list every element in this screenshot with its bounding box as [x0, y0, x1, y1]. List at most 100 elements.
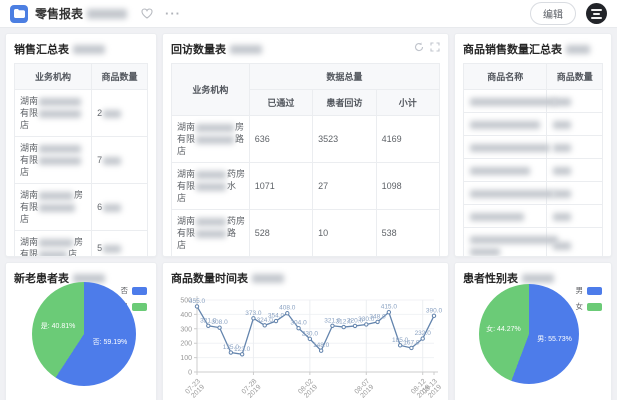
chart-legend: 男女 [576, 285, 603, 312]
cell-text: 湖南 [177, 169, 195, 179]
data-point[interactable] [263, 324, 266, 327]
pie-chart[interactable]: 男: 55.73%女: 44.27% [479, 284, 579, 384]
data-point[interactable] [308, 337, 311, 340]
data-point[interactable] [274, 319, 277, 322]
data-point[interactable] [218, 326, 221, 329]
data-point[interactable] [297, 327, 300, 330]
column-header: 商品名称 [464, 64, 547, 90]
data-point[interactable] [229, 351, 232, 354]
panel-patient-gender: 患者性别表 男女 男: 55.73%女: 44.27% [454, 262, 612, 400]
data-point[interactable] [286, 312, 289, 315]
cell-line: 店 [177, 239, 244, 251]
redacted-text [103, 157, 121, 165]
cell-text: 有限 [20, 202, 38, 212]
redacted-text [196, 218, 226, 226]
sales-summary-table: 业务机构 商品数量 湖南有限店2湖南有限店7湖南房有限店6湖南房有限店5 [14, 63, 148, 257]
cell-text: 湖南 [20, 237, 38, 247]
data-point[interactable] [376, 320, 379, 323]
panel-title-row: 销售汇总表 [14, 41, 148, 57]
more-options-icon[interactable]: ··· [165, 9, 181, 19]
page-title: 零售报表 [35, 5, 83, 22]
table-row [464, 228, 603, 258]
redacted-text [39, 192, 73, 200]
panel-product-quantity-time: 商品数量时间表 010020030040050007-23201907-2820… [162, 262, 449, 400]
report-app-icon [10, 5, 28, 23]
data-point[interactable] [240, 353, 243, 356]
expand-icon[interactable] [430, 42, 440, 52]
data-point-label: 232.0 [415, 330, 432, 337]
redacted-text [73, 274, 105, 283]
cell-line: 店 [20, 213, 86, 225]
value-cell [547, 205, 603, 228]
data-point[interactable] [331, 324, 334, 327]
data-point[interactable] [342, 325, 345, 328]
panel-new-old-patients: 新老患者表 否是 否: 59.19%是: 40.81% [5, 262, 157, 400]
pie-slice-label: 男: 55.73% [537, 334, 572, 344]
data-point[interactable] [353, 324, 356, 327]
redacted-text [73, 45, 105, 54]
data-point-label: 123.0 [234, 346, 251, 353]
x-axis-label: 07-232019 [184, 378, 207, 400]
x-axis-label: 08-072019 [354, 378, 377, 400]
cell-text: 湖南 [177, 216, 195, 226]
table-row: 湖南有限店2 [15, 90, 148, 137]
value-cell [547, 228, 603, 258]
cell-line: 有限店 [20, 248, 86, 257]
product-name-cell [464, 136, 547, 159]
redacted-text [39, 110, 81, 118]
cell-line: 店 [177, 192, 244, 204]
data-point[interactable] [421, 337, 424, 340]
redacted-text [522, 274, 554, 283]
cell-line: 湖南房 [20, 189, 86, 201]
line-chart[interactable]: 010020030040050007-23201907-28201908-022… [171, 290, 442, 400]
table-row [464, 182, 603, 205]
y-axis-label: 400 [180, 312, 192, 319]
x-axis-label: 07-282019 [241, 378, 264, 400]
product-name-cell [464, 159, 547, 182]
cell-text: 有限 [177, 228, 195, 238]
value-cell: 5 [92, 231, 148, 258]
legend-item[interactable]: 男 [576, 285, 603, 296]
redacted-title-text [87, 9, 127, 19]
data-point[interactable] [398, 344, 401, 347]
data-point[interactable] [319, 349, 322, 352]
value-cell: 6 [92, 184, 148, 231]
legend-label: 男 [576, 285, 584, 296]
legend-item[interactable]: 否 [121, 285, 148, 296]
user-avatar[interactable] [586, 3, 607, 24]
cell-text: 水 [227, 181, 236, 191]
data-point-label: 167.0 [403, 339, 420, 346]
data-point[interactable] [387, 311, 390, 314]
cell-line: 7 [97, 154, 142, 166]
value-cell [313, 257, 376, 258]
column-header: 患者回访 [313, 90, 376, 116]
data-point[interactable] [252, 317, 255, 320]
value-cell: 2 [92, 90, 148, 137]
value-cell [547, 113, 603, 136]
favorite-heart-icon[interactable] [141, 8, 153, 19]
data-point[interactable] [207, 324, 210, 327]
panel-sales-summary: 销售汇总表 业务机构 商品数量 湖南有限店2湖南有限店7湖南房有限店6湖南房有限… [5, 33, 157, 257]
redacted-text [470, 98, 556, 106]
panel-title: 销售汇总表 [14, 41, 69, 57]
redacted-text [553, 144, 571, 152]
value-cell: 636 [249, 116, 312, 163]
redacted-text [230, 45, 262, 54]
cell-line [552, 141, 597, 153]
pie-chart[interactable]: 否: 59.19%是: 40.81% [32, 282, 136, 386]
cell-line: 有限水 [177, 180, 244, 192]
legend-item[interactable]: 女 [576, 301, 603, 312]
cell-line: 湖南 [20, 95, 86, 107]
data-point[interactable] [410, 346, 413, 349]
data-point[interactable] [432, 314, 435, 317]
redacted-text [553, 242, 571, 250]
data-point[interactable] [365, 323, 368, 326]
cell-text: 有限 [177, 134, 195, 144]
value-cell: 7 [92, 137, 148, 184]
data-point[interactable] [195, 305, 198, 308]
refresh-icon[interactable] [414, 42, 424, 52]
value-cell: 3523 [313, 116, 376, 163]
edit-button[interactable]: 编辑 [530, 2, 576, 25]
cell-line: 店 [20, 166, 86, 178]
cell-text: 湖南 [177, 122, 195, 132]
